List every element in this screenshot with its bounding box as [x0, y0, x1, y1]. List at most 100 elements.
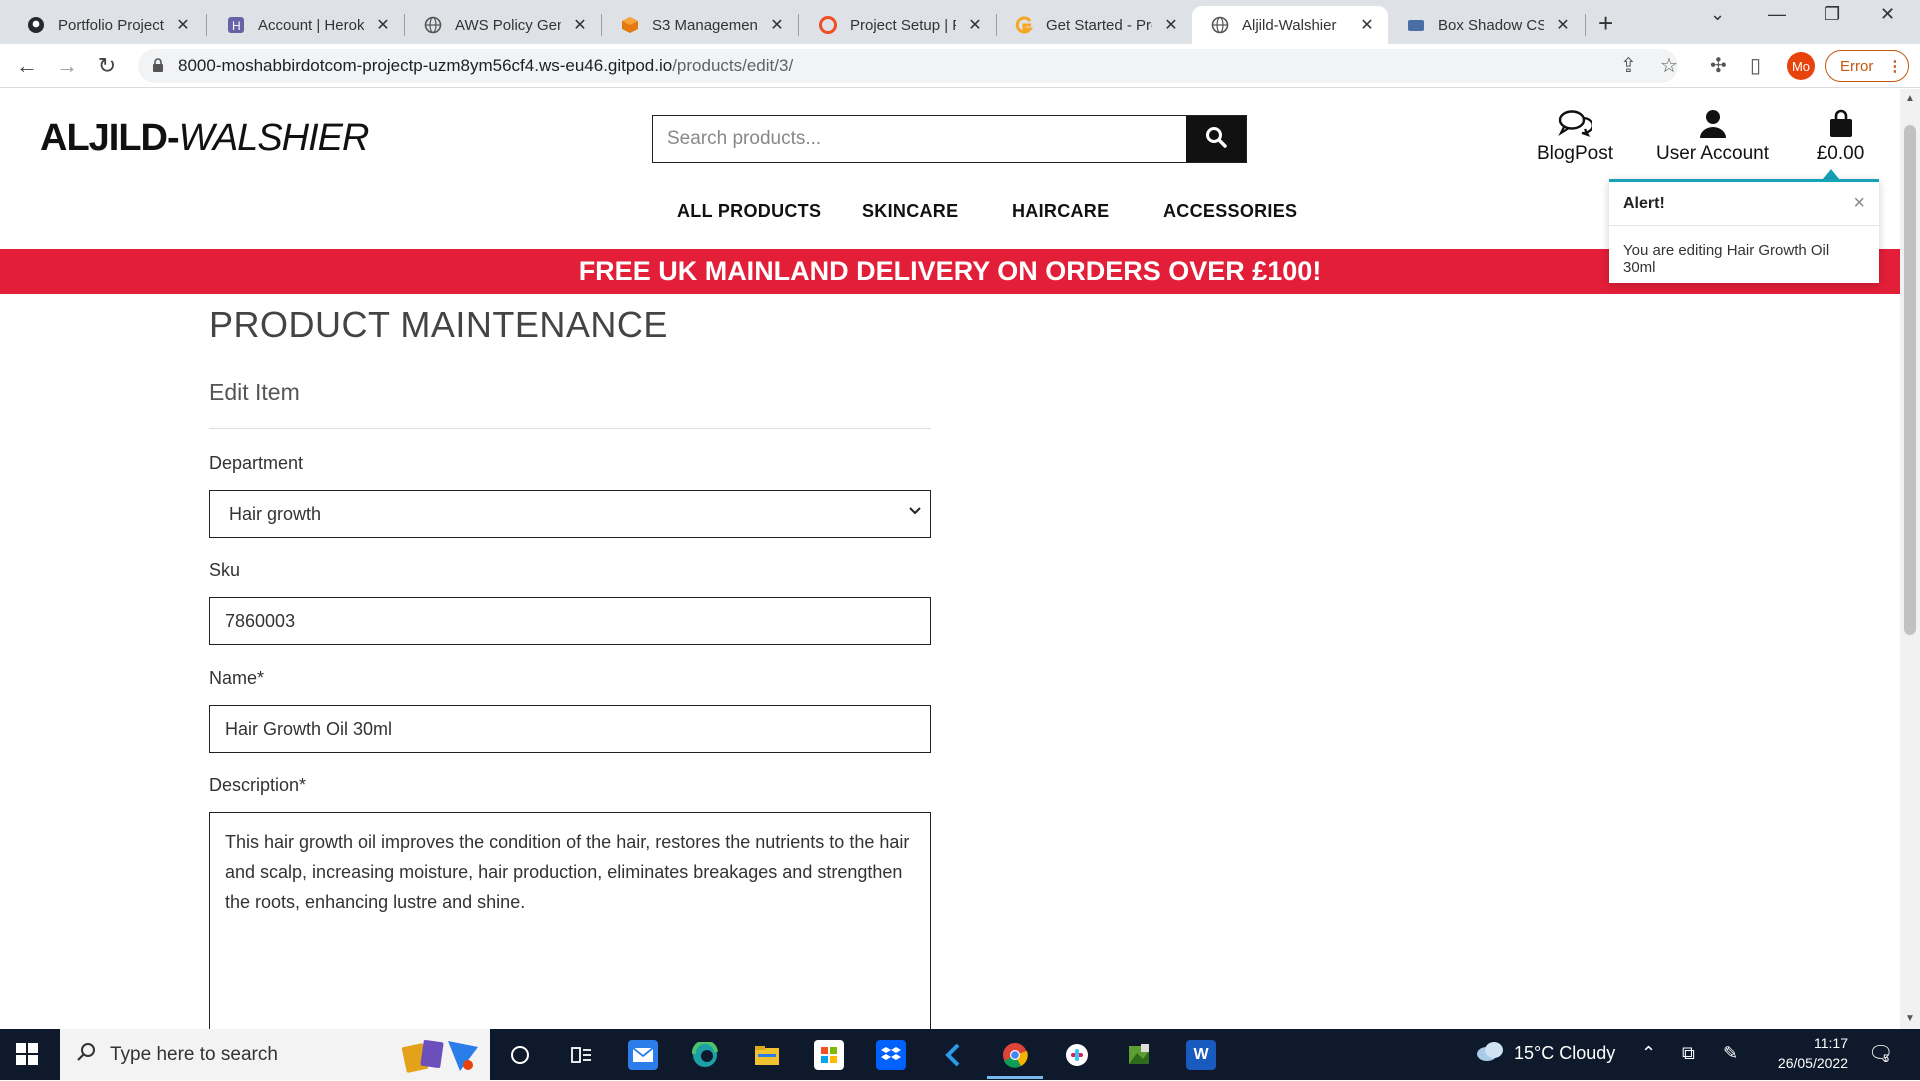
close-icon[interactable]: ✕	[571, 16, 589, 34]
nav-all-products[interactable]: ALL PRODUCTS	[677, 201, 821, 222]
tab-portfolio-project[interactable]: Portfolio Project 5 ✕	[8, 6, 204, 44]
vscode-icon[interactable]	[938, 1040, 968, 1070]
dropbox-icon[interactable]	[876, 1040, 906, 1070]
task-view-icon[interactable]	[505, 1040, 535, 1070]
site-logo[interactable]: ALJILD-WALSHIER	[40, 117, 369, 160]
active-app-indicator	[987, 1076, 1043, 1079]
forward-icon[interactable]: →	[54, 53, 80, 79]
box-icon	[1406, 15, 1426, 35]
close-icon[interactable]: ✕	[1358, 16, 1376, 34]
back-icon[interactable]: ←	[14, 53, 40, 79]
page-title: PRODUCT MAINTENANCE	[209, 304, 668, 345]
scroll-down-icon[interactable]: ▼	[1905, 1013, 1915, 1024]
star-icon[interactable]: ☆	[1660, 53, 1678, 78]
scroll-up-icon[interactable]: ▲	[1905, 93, 1915, 104]
share-icon[interactable]: ⇪	[1620, 53, 1637, 78]
image-editor-icon[interactable]	[1124, 1040, 1154, 1070]
description-textarea[interactable]: This hair growth oil improves the condit…	[209, 812, 931, 1029]
page-scrollbar[interactable]: ▲ ▼	[1900, 89, 1920, 1029]
browser-toolbar: ← → ↻ 8000-moshabbirdotcom-projectp-uzm8…	[0, 44, 1920, 88]
store-icon[interactable]	[814, 1040, 844, 1070]
mail-icon[interactable]	[628, 1040, 658, 1070]
system-clock[interactable]: 11:17 26/05/2022	[1762, 1033, 1848, 1073]
blog-label: BlogPost	[1536, 143, 1614, 164]
department-select[interactable]: Hair growth	[209, 490, 931, 538]
tab-aljild-walshier[interactable]: Aljild-Walshier ✕	[1192, 6, 1388, 44]
alert-message: You are editing Hair Growth Oil 30ml	[1623, 242, 1830, 276]
url-host: 8000-moshabbirdotcom-projectp-uzm8ym56cf…	[178, 56, 673, 75]
nav-accessories[interactable]: ACCESSORIES	[1163, 201, 1297, 222]
address-bar[interactable]: 8000-moshabbirdotcom-projectp-uzm8ym56cf…	[138, 49, 1678, 83]
department-value: Hair growth	[229, 503, 322, 524]
close-icon[interactable]: ✕	[768, 16, 786, 34]
alert-title: Alert!	[1609, 182, 1879, 226]
shopping-bag-icon	[1808, 109, 1873, 143]
close-window-button[interactable]: ✕	[1880, 4, 1895, 25]
project-icon	[818, 15, 838, 35]
description-value: This hair growth oil improves the condit…	[225, 832, 910, 912]
widgets-icon[interactable]	[566, 1040, 596, 1070]
chevron-down-icon	[908, 503, 922, 521]
close-icon[interactable]: ✕	[1162, 16, 1180, 34]
tab-title: Box Shadow CSS	[1438, 16, 1544, 34]
chevron-up-icon[interactable]: ⌃	[1641, 1043, 1656, 1064]
page-subtitle: Edit Item	[209, 379, 300, 405]
new-tab-button[interactable]: +	[1598, 8, 1613, 39]
chrome-icon[interactable]	[1000, 1040, 1030, 1070]
tab-title: Account | Heroku	[258, 16, 364, 34]
restore-button[interactable]: ❐	[1824, 4, 1840, 25]
tab-separator	[1585, 14, 1586, 36]
extensions-icon[interactable]: ✣	[1710, 53, 1727, 78]
nav-haircare[interactable]: HAIRCARE	[1012, 201, 1109, 222]
tab-aws-policy[interactable]: AWS Policy Generator ✕	[405, 6, 601, 44]
tab-s3-console[interactable]: S3 Management Console ✕	[602, 6, 798, 44]
heroku-icon: H	[226, 15, 246, 35]
close-icon[interactable]: ✕	[174, 16, 192, 34]
minimize-button[interactable]: —	[1768, 4, 1786, 25]
file-explorer-icon[interactable]	[752, 1040, 782, 1070]
search-icon	[76, 1042, 96, 1068]
tab-box-shadow[interactable]: Box Shadow CSS ✕	[1388, 6, 1584, 44]
profile-avatar[interactable]: Mo	[1787, 52, 1815, 80]
tab-get-started[interactable]: Get Started - Project ✕	[996, 6, 1192, 44]
tab-title: Aljild-Walshier	[1242, 16, 1337, 34]
scroll-thumb[interactable]	[1904, 125, 1916, 635]
slack-icon[interactable]	[1062, 1040, 1092, 1070]
side-panel-icon[interactable]: ▯	[1750, 53, 1761, 78]
search-input[interactable]	[653, 116, 1186, 162]
product-search	[652, 115, 1247, 163]
name-value: Hair Growth Oil 30ml	[225, 718, 393, 739]
sku-input[interactable]: 7860003	[209, 597, 931, 645]
weather-text[interactable]: 15°C Cloudy	[1514, 1043, 1615, 1064]
logo-text-bold: ALJILD-	[40, 117, 180, 159]
notifications-icon[interactable]: 🗨 5	[1868, 1041, 1893, 1066]
name-input[interactable]: Hair Growth Oil 30ml	[209, 705, 931, 753]
meet-now-icon[interactable]: ⧉	[1682, 1043, 1695, 1064]
description-label: Description*	[209, 775, 307, 795]
user-account-link[interactable]: User Account	[1655, 109, 1770, 165]
error-button[interactable]: Error ⋮	[1825, 50, 1909, 82]
tab-search-icon[interactable]: ⌄	[1710, 4, 1725, 25]
sku-value: 7860003	[225, 610, 296, 631]
edge-icon[interactable]	[690, 1040, 720, 1070]
word-icon[interactable]: W	[1186, 1040, 1216, 1070]
clock-time: 11:17	[1814, 1035, 1848, 1051]
close-icon[interactable]: ×	[1853, 192, 1865, 215]
tab-project-setup[interactable]: Project Setup | Project ✕	[800, 6, 996, 44]
nav-skincare[interactable]: SKINCARE	[862, 201, 958, 222]
svg-text:H: H	[232, 19, 241, 33]
close-icon[interactable]: ✕	[966, 16, 984, 34]
search-button[interactable]	[1186, 116, 1246, 162]
more-icon: ⋮	[1887, 58, 1903, 75]
shopping-bag-link[interactable]: £0.00	[1808, 109, 1873, 165]
url-text: 8000-moshabbirdotcom-projectp-uzm8ym56cf…	[178, 56, 793, 76]
tab-title: AWS Policy Generator	[455, 16, 561, 34]
pen-icon[interactable]: ✎	[1723, 1043, 1738, 1064]
close-icon[interactable]: ✕	[1554, 16, 1572, 34]
tab-heroku[interactable]: H Account | Heroku ✕	[208, 6, 404, 44]
windows-start-icon[interactable]	[16, 1043, 38, 1065]
blog-link[interactable]: BlogPost	[1535, 109, 1615, 165]
close-icon[interactable]: ✕	[374, 16, 392, 34]
reload-icon[interactable]: ↻	[94, 53, 120, 79]
taskbar-search[interactable]: Type here to search	[60, 1029, 490, 1080]
